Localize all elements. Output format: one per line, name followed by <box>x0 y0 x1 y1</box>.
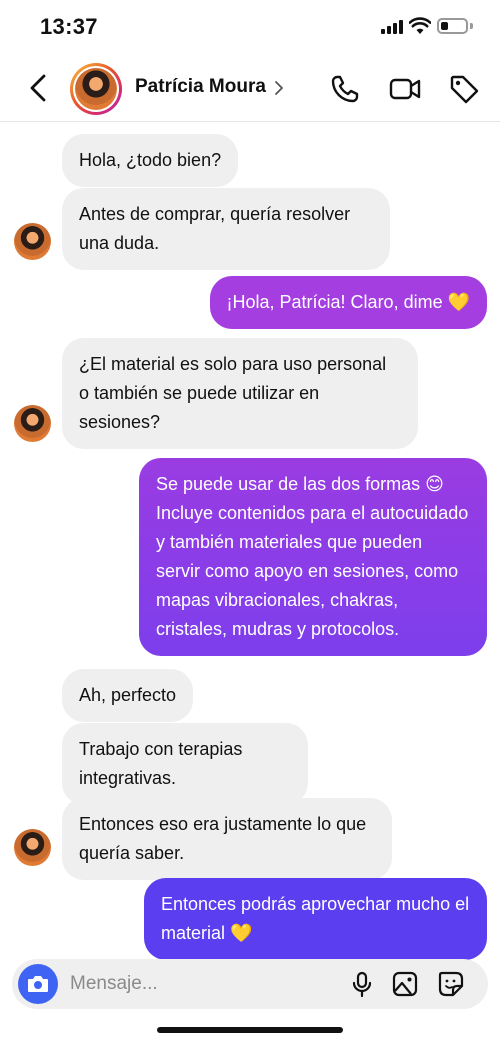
message-bubble-incoming[interactable]: Antes de comprar, quería resolver una du… <box>62 188 390 270</box>
status-bar: 13:37 <box>0 0 500 56</box>
message-text: Entonces podrás aprovechar mucho el mate… <box>161 894 470 943</box>
message-text: Hola, ¿todo bien? <box>79 150 222 170</box>
contact-avatar[interactable] <box>70 63 122 115</box>
message-composer <box>12 959 488 1009</box>
back-icon[interactable] <box>24 70 54 106</box>
message-bubble-incoming[interactable]: Trabajo con terapias integrativas. <box>62 723 308 805</box>
cellular-signal-icon <box>381 20 403 34</box>
message-text: Ah, perfecto <box>79 685 177 705</box>
message-thread[interactable]: Hola, ¿todo bien? Antes de comprar, quer… <box>0 122 500 960</box>
camera-icon <box>28 976 48 992</box>
message-bubble-outgoing[interactable]: Entonces podrás aprovechar mucho el mate… <box>144 878 487 960</box>
battery-icon <box>437 18 468 34</box>
contact-photo <box>75 68 117 110</box>
microphone-icon[interactable] <box>348 970 376 998</box>
message-bubble-incoming[interactable]: Ah, perfecto <box>62 669 194 722</box>
chat-header: Patrícia Moura <box>0 56 500 122</box>
battery-tip <box>470 23 473 29</box>
message-bubble-outgoing[interactable]: ¡Hola, Patrícia! Claro, dime 💛 <box>209 276 487 329</box>
message-text: ¡Hola, Patrícia! Claro, dime 💛 <box>226 292 470 312</box>
sender-avatar[interactable] <box>14 223 51 260</box>
message-input[interactable] <box>70 967 340 1001</box>
camera-button[interactable] <box>18 964 58 1004</box>
message-text: Se puede usar de las dos formas 😊 Incluy… <box>156 474 469 639</box>
sender-avatar[interactable] <box>14 829 51 866</box>
wifi-icon <box>409 17 431 34</box>
tag-icon[interactable] <box>447 72 481 106</box>
sticker-icon[interactable] <box>437 970 465 998</box>
message-text: ¿El material es solo para uso personal o… <box>79 354 387 432</box>
message-text: Entonces eso era justamente lo que querí… <box>79 814 367 863</box>
video-icon[interactable] <box>388 72 422 106</box>
message-bubble-outgoing[interactable]: Se puede usar de las dos formas 😊 Incluy… <box>139 458 487 656</box>
message-bubble-incoming[interactable]: ¿El material es solo para uso personal o… <box>62 338 418 449</box>
message-text: Antes de comprar, quería resolver una du… <box>79 204 351 253</box>
phone-icon[interactable] <box>328 72 362 106</box>
message-bubble-incoming[interactable]: Entonces eso era justamente lo que querí… <box>62 798 392 880</box>
message-text: Trabajo con terapias integrativas. <box>79 739 243 788</box>
home-indicator[interactable] <box>157 1027 343 1033</box>
message-bubble-incoming[interactable]: Hola, ¿todo bien? <box>62 134 239 187</box>
gallery-icon[interactable] <box>391 970 419 998</box>
status-time: 13:37 <box>40 14 98 39</box>
contact-name[interactable]: Patrícia Moura <box>135 76 266 98</box>
sender-avatar[interactable] <box>14 405 51 442</box>
chevron-right-icon[interactable] <box>273 78 285 98</box>
